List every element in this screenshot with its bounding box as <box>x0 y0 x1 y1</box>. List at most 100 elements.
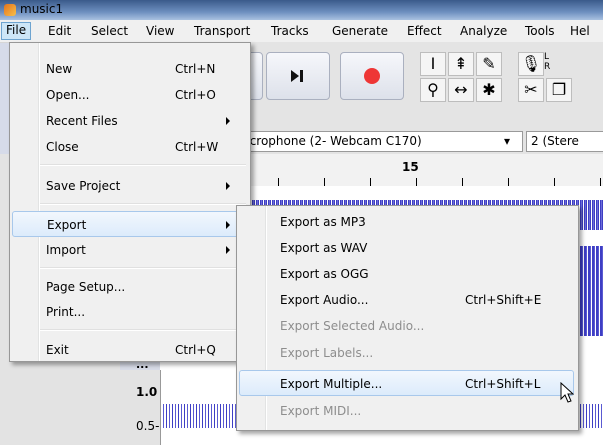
menu-item-shortcut: Ctrl+N <box>175 62 216 76</box>
meter-l-label: L <box>544 52 550 62</box>
menu-tracks[interactable]: Tracks <box>266 23 314 39</box>
recording-device-select[interactable]: Microphone (2- Webcam C170) ▾ <box>232 131 523 152</box>
menu-item-shortcut: Ctrl+Q <box>175 343 216 357</box>
app-icon <box>4 4 16 16</box>
skip-to-end-icon <box>291 70 303 82</box>
menu-effect[interactable]: Effect <box>402 23 447 39</box>
menu-item-label: Export Audio... <box>280 293 369 307</box>
submenu-arrow-icon <box>226 182 230 190</box>
menu-generate[interactable]: Generate <box>327 23 393 39</box>
track-scale: ... 1.0 0.5- <box>120 358 161 445</box>
skip-to-end-button[interactable] <box>266 52 330 100</box>
selection-tool-icon: I <box>430 54 436 73</box>
menu-item-shortcut: Ctrl+Shift+E <box>465 293 542 307</box>
menu-item-export-labels: Export Labels... <box>239 340 574 366</box>
window-title: music1 <box>20 2 64 16</box>
menu-tools[interactable]: Tools <box>520 23 560 39</box>
dropdown-arrow-icon: ▾ <box>504 134 511 148</box>
meter-r-label: R <box>544 62 551 72</box>
menu-item-label: Export <box>47 218 87 232</box>
timeshift-tool-icon: ↔ <box>454 80 468 99</box>
menu-item-shortcut: Ctrl+O <box>175 88 216 102</box>
menu-transport[interactable]: Transport <box>189 23 255 39</box>
menu-item-label: Export as MP3 <box>280 215 366 229</box>
menu-item-export-audio[interactable]: Export Audio... Ctrl+Shift+E <box>239 287 574 313</box>
menu-item-label: New <box>46 62 73 76</box>
menu-item-export-mp3[interactable]: Export as MP3 <box>239 209 574 235</box>
menu-item-recent-files[interactable]: Recent Files <box>12 108 246 134</box>
export-submenu: Export as MP3 Export as WAV Export as OG… <box>236 205 579 431</box>
menu-item-label: Print... <box>46 305 86 319</box>
scale-top-label: 1.0 <box>136 385 158 399</box>
menu-item-export-multiple[interactable]: Export Multiple... Ctrl+Shift+L <box>239 370 574 396</box>
menu-item-label: Export MIDI... <box>280 404 362 418</box>
menu-item-shortcut: Ctrl+Shift+L <box>465 377 541 391</box>
menu-item-new[interactable]: New Ctrl+N <box>12 56 246 82</box>
menu-item-label: Exit <box>46 343 69 357</box>
menu-analyze[interactable]: Analyze <box>455 23 512 39</box>
menu-item-label: Export Selected Audio... <box>280 319 425 333</box>
file-menu: New Ctrl+N Open... Ctrl+O Recent Files C… <box>9 42 251 362</box>
menu-select[interactable]: Select <box>86 23 133 39</box>
submenu-arrow-icon <box>226 246 230 254</box>
menu-item-export-wav[interactable]: Export as WAV <box>239 235 574 261</box>
menu-item-print[interactable]: Print... <box>12 299 246 325</box>
menu-edit[interactable]: Edit <box>43 23 76 39</box>
menu-item-label: Close <box>46 140 79 154</box>
menu-item-export-midi: Export MIDI... <box>239 398 574 424</box>
menu-item-close[interactable]: Close Ctrl+W <box>12 134 246 160</box>
submenu-arrow-icon <box>226 117 230 125</box>
scissors-icon: ✂ <box>524 80 538 99</box>
envelope-tool[interactable]: ⇞ <box>448 52 474 76</box>
menu-item-open[interactable]: Open... Ctrl+O <box>12 82 246 108</box>
menu-item-label: Import <box>46 243 86 257</box>
menu-item-label: Open... <box>46 88 90 102</box>
menu-item-exit[interactable]: Exit Ctrl+Q <box>12 337 246 363</box>
copy-tool[interactable]: ❐ <box>546 78 572 102</box>
menu-item-label: Page Setup... <box>46 280 126 294</box>
menu-item-page-setup[interactable]: Page Setup... <box>12 274 246 300</box>
record-button[interactable] <box>340 52 404 100</box>
menu-item-label: Recent Files <box>46 114 118 128</box>
draw-tool[interactable]: ✎ <box>476 52 502 76</box>
channels-select[interactable]: 2 (Stere <box>526 131 603 152</box>
channels-value: 2 (Stere <box>531 134 579 148</box>
zoom-tool[interactable]: ⚲ <box>420 78 446 102</box>
recording-device-value: Microphone (2- Webcam C170) <box>236 134 422 148</box>
ruler-ticks <box>232 178 603 186</box>
multi-tool[interactable]: ✱ <box>476 78 502 102</box>
menu-file[interactable]: File <box>1 22 32 40</box>
ruler-label: 15 <box>402 160 419 174</box>
toolbar: I ⇞ ✎ ⚲ ↔ ✱ 🎙 L R ✂ ❐ <box>228 42 603 128</box>
menu-item-export[interactable]: Export <box>12 211 246 237</box>
record-icon <box>364 68 380 84</box>
menu-separator <box>40 267 246 269</box>
menu-item-save-project[interactable]: Save Project <box>12 173 246 199</box>
timeline-ruler[interactable]: 15 <box>232 154 603 187</box>
menu-item-label: Export Labels... <box>280 346 374 360</box>
menu-item-shortcut: Ctrl+W <box>175 140 219 154</box>
multi-tool-icon: ✱ <box>482 80 496 99</box>
menu-bar: File Edit Select View Transport Tracks G… <box>0 20 603 43</box>
submenu-arrow-icon <box>226 221 230 229</box>
draw-tool-icon: ✎ <box>482 54 496 73</box>
menu-item-export-selected-audio: Export Selected Audio... <box>239 313 574 339</box>
selection-tool[interactable]: I <box>420 52 446 76</box>
device-toolbar: Microphone (2- Webcam C170) ▾ 2 (Stere <box>232 128 603 154</box>
copy-icon: ❐ <box>551 80 567 99</box>
menu-item-label: Export Multiple... <box>280 377 383 391</box>
menu-view[interactable]: View <box>141 23 179 39</box>
title-bar: music1 <box>0 0 603 20</box>
timeshift-tool[interactable]: ↔ <box>448 78 474 102</box>
menu-help[interactable]: Hel <box>565 23 595 39</box>
menu-separator <box>40 164 246 166</box>
meter-lr: L R <box>544 52 554 72</box>
envelope-tool-icon: ⇞ <box>454 54 468 73</box>
menu-item-import[interactable]: Import <box>12 237 246 263</box>
menu-separator <box>40 203 246 205</box>
mic-meter[interactable]: 🎙 <box>518 52 544 76</box>
menu-item-export-ogg[interactable]: Export as OGG <box>239 261 574 287</box>
menu-separator <box>40 329 246 331</box>
zoom-tool-icon: ⚲ <box>427 80 439 99</box>
cut-tool[interactable]: ✂ <box>518 78 544 102</box>
